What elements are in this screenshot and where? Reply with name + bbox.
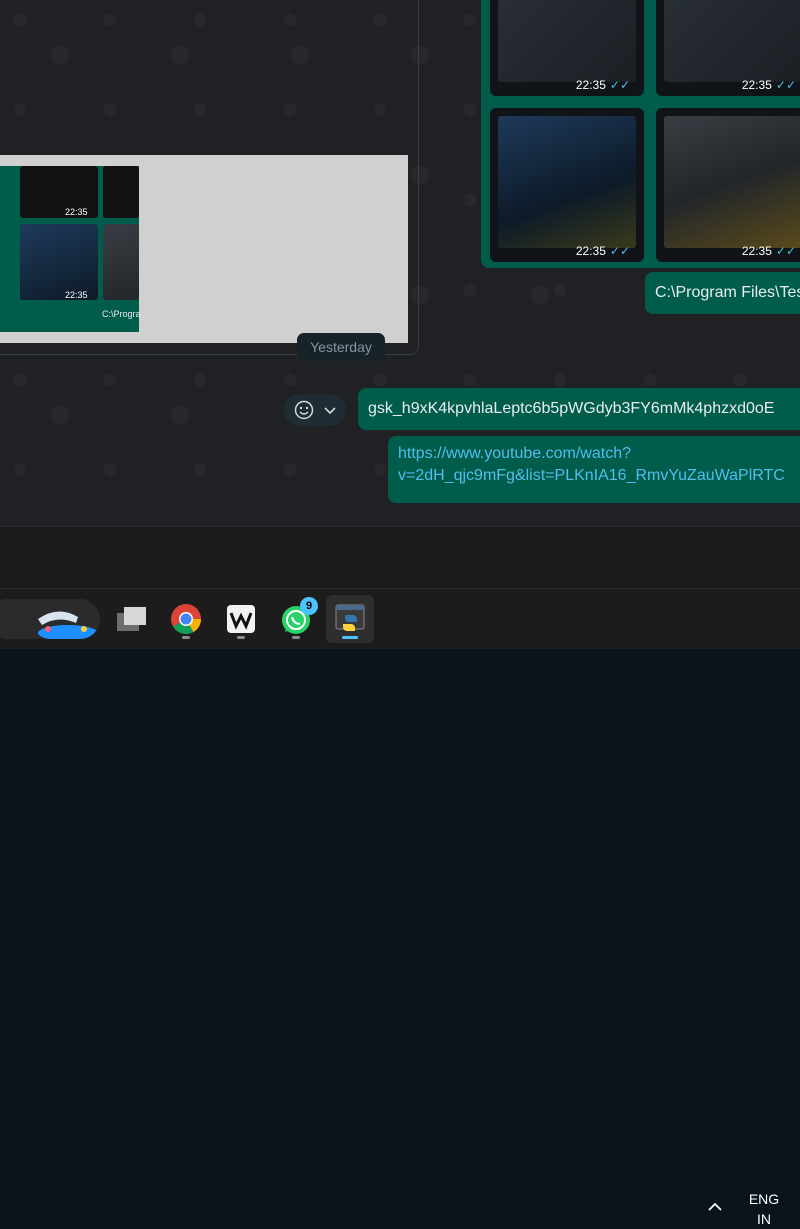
image-thumbnail[interactable]: 22:35 ✓✓: [490, 0, 644, 96]
chevron-up-icon[interactable]: [700, 1193, 730, 1221]
read-ticks-icon: ✓✓: [609, 78, 630, 92]
read-ticks-icon: ✓✓: [609, 244, 630, 258]
image-thumbnail[interactable]: 22:35 ✓✓: [656, 108, 800, 262]
read-ticks-icon: ✓✓: [775, 244, 796, 258]
read-ticks-icon: ✓✓: [775, 78, 796, 92]
region-code: IN: [757, 1211, 771, 1227]
unread-badge: 9: [300, 597, 318, 615]
taskbar: 9 ENG IN: [0, 588, 800, 1227]
image-thumbnail[interactable]: 22:35 ✓✓: [656, 0, 800, 96]
message-bubble[interactable]: gsk_h9xK4kpvhlaLeptc6b5pWGdyb3FY6mMk4phz…: [358, 388, 800, 430]
day-separator: Yesterday: [297, 333, 385, 361]
message-time: 22:35 ✓✓: [575, 78, 630, 92]
weather-widget-icon: [38, 611, 98, 639]
path-message[interactable]: C:\Program Files\Tesseract-OCR: [645, 272, 800, 314]
message-text: gsk_h9xK4kpvhlaLeptc6b5pWGdyb3FY6mMk4phz…: [368, 400, 775, 417]
taskbar-task-view[interactable]: [108, 595, 156, 643]
taskbar-whatsapp[interactable]: 9: [272, 595, 320, 643]
chat-area: 22:35 ✓✓ 22:35 ✓✓ 22:35 ✓✓ 22:35 ✓✓ C:\Progr…: [0, 0, 800, 526]
taskbar-wondershare[interactable]: [217, 595, 265, 643]
message-time: 22:35 ✓✓: [741, 244, 796, 258]
preview-image-grid[interactable]: 22:35 22:35: [0, 166, 139, 332]
task-view-icon: [117, 607, 146, 631]
link-text[interactable]: v=2dH_qjc9mFg&list=PLKnIA16_RmvYuZauWaPl…: [398, 465, 800, 487]
message-time: 22:35 ✓✓: [575, 244, 630, 258]
message-text: C:\Program Files\Tesseract-OCR: [655, 284, 800, 301]
image-thumbnail[interactable]: 22:35 ✓✓: [490, 108, 644, 262]
chevron-down-icon: [324, 407, 336, 415]
composer-area: [0, 526, 800, 589]
message-time: 22:35 ✓✓: [741, 78, 796, 92]
widgets-button[interactable]: [0, 599, 100, 639]
reaction-button[interactable]: [284, 394, 346, 426]
link-message-bubble[interactable]: https://www.youtube.com/watch? v=2dH_qjc…: [388, 436, 800, 503]
preview-path-text: C:\Progra: [102, 309, 141, 319]
active-indicator: [342, 636, 358, 639]
running-indicator: [237, 636, 245, 639]
message-time: 22:35: [65, 207, 88, 217]
smile-icon: [294, 400, 314, 420]
language-indicator[interactable]: ENG IN: [740, 1189, 788, 1229]
link-text[interactable]: https://www.youtube.com/watch?: [398, 443, 800, 465]
message-time: 22:35: [65, 290, 88, 300]
running-indicator: [292, 636, 300, 639]
taskbar-chrome[interactable]: [162, 595, 210, 643]
language-code: ENG: [748, 1191, 780, 1207]
taskbar-python[interactable]: [326, 595, 374, 643]
running-indicator: [182, 636, 190, 639]
